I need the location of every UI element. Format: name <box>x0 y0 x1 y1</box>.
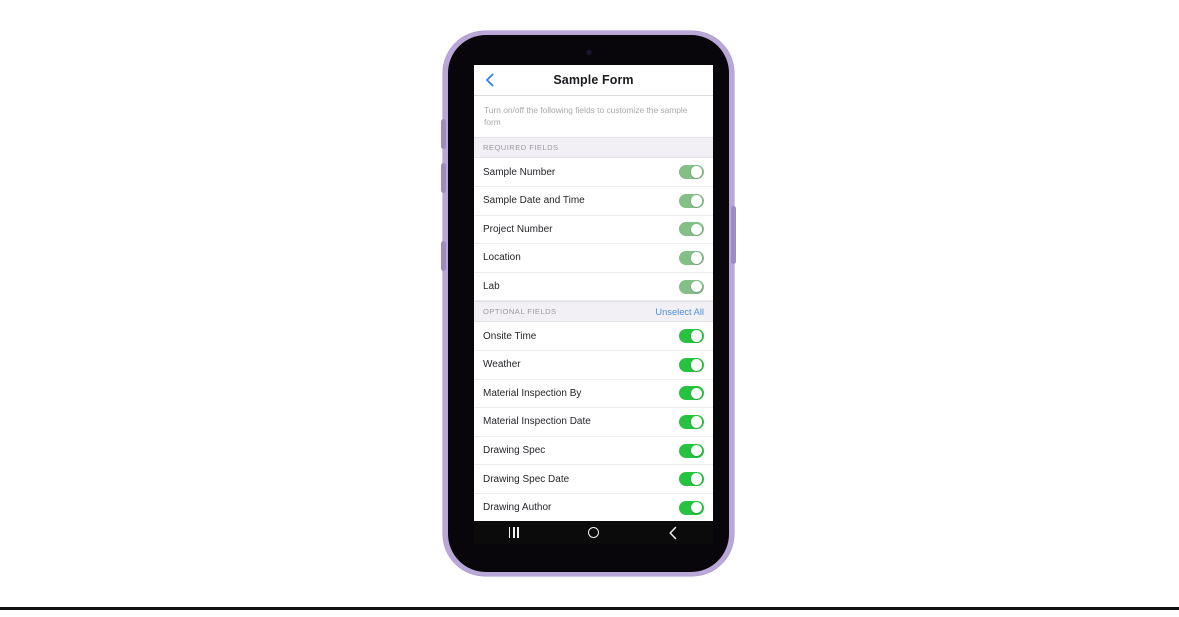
toggle-lab[interactable] <box>679 279 704 294</box>
field-row-onsite-time[interactable]: Onsite Time <box>474 322 713 351</box>
back-icon <box>669 526 677 539</box>
fields-list[interactable]: REQUIRED FIELDS Sample Number Sample Dat… <box>474 137 713 544</box>
toggle-location[interactable] <box>679 250 704 265</box>
toggle-knob <box>690 223 703 236</box>
phone-bezel: Sample Form Turn on/off the following fi… <box>448 35 729 572</box>
field-label: Location <box>483 252 521 264</box>
punch-hole-camera-icon <box>586 50 591 55</box>
field-label: Drawing Spec <box>483 445 546 457</box>
home-button[interactable] <box>571 521 615 544</box>
field-label: Project Number <box>483 223 553 235</box>
home-icon <box>587 526 600 539</box>
field-row-drawing-author[interactable]: Drawing Author <box>474 493 713 523</box>
field-row-sample-number[interactable]: Sample Number <box>474 158 713 187</box>
field-label: Sample Date and Time <box>483 195 585 207</box>
section-header-required: REQUIRED FIELDS <box>474 137 713 159</box>
toggle-onsite-time[interactable] <box>679 329 704 344</box>
toggle-knob <box>690 387 703 400</box>
back-button[interactable] <box>651 521 695 544</box>
field-label: Material Inspection Date <box>483 416 591 428</box>
phone-screen: Sample Form Turn on/off the following fi… <box>474 65 713 544</box>
chevron-left-icon[interactable] <box>482 73 496 87</box>
recents-icon <box>508 527 519 538</box>
field-row-location[interactable]: Location <box>474 244 713 273</box>
toggle-project-number[interactable] <box>679 222 704 237</box>
toggle-knob <box>690 501 703 514</box>
field-row-drawing-spec[interactable]: Drawing Spec <box>474 436 713 466</box>
toggle-drawing-author[interactable] <box>679 500 704 515</box>
android-navigation-bar <box>474 521 713 544</box>
page-title: Sample Form <box>553 73 634 87</box>
volume-down-button[interactable] <box>441 163 446 193</box>
app-header: Sample Form <box>474 65 713 96</box>
field-label: Sample Number <box>483 166 556 178</box>
toggle-knob <box>690 473 703 485</box>
recents-button[interactable] <box>492 521 536 544</box>
field-row-material-inspection-by[interactable]: Material Inspection By <box>474 379 713 409</box>
field-row-material-inspection-date[interactable]: Material Inspection Date <box>474 408 713 437</box>
page-canvas: Sample Form Turn on/off the following fi… <box>0 0 1179 617</box>
power-button[interactable] <box>731 206 736 264</box>
page-bottom-divider <box>0 607 1179 610</box>
section-title-optional: OPTIONAL FIELDS <box>483 307 557 317</box>
volume-up-button[interactable] <box>441 119 446 149</box>
phone-device-frame: Sample Form Turn on/off the following fi… <box>441 31 736 576</box>
toggle-knob <box>690 280 703 293</box>
field-row-drawing-spec-date[interactable]: Drawing Spec Date <box>474 465 713 494</box>
field-label: Material Inspection By <box>483 387 582 399</box>
section-title-required: REQUIRED FIELDS <box>483 143 559 153</box>
toggle-sample-date-and-time[interactable] <box>679 193 704 208</box>
toggle-drawing-spec-date[interactable] <box>679 472 704 487</box>
field-label: Weather <box>483 359 521 371</box>
unselect-all-button[interactable]: Unselect All <box>655 307 704 317</box>
field-row-weather[interactable]: Weather <box>474 350 713 380</box>
side-key-button[interactable] <box>441 241 446 271</box>
toggle-weather[interactable] <box>679 357 704 372</box>
form-description: Turn on/off the following fields to cust… <box>474 96 713 138</box>
toggle-knob <box>690 166 703 178</box>
section-header-optional: OPTIONAL FIELDS Unselect All <box>474 301 713 323</box>
field-label: Drawing Spec Date <box>483 473 570 485</box>
field-row-lab[interactable]: Lab <box>474 272 713 302</box>
toggle-knob <box>690 252 703 264</box>
field-label: Lab <box>483 281 500 293</box>
toggle-knob <box>690 194 703 207</box>
toggle-sample-number[interactable] <box>679 165 704 180</box>
field-label: Drawing Author <box>483 502 552 514</box>
toggle-material-inspection-date[interactable] <box>679 414 704 429</box>
toggle-knob <box>690 358 703 371</box>
toggle-material-inspection-by[interactable] <box>679 386 704 401</box>
field-label: Onsite Time <box>483 330 537 342</box>
toggle-knob <box>690 444 703 457</box>
toggle-knob <box>690 330 703 342</box>
toggle-drawing-spec[interactable] <box>679 443 704 458</box>
toggle-knob <box>690 416 703 428</box>
field-row-sample-date-and-time[interactable]: Sample Date and Time <box>474 186 713 216</box>
field-row-project-number[interactable]: Project Number <box>474 215 713 245</box>
